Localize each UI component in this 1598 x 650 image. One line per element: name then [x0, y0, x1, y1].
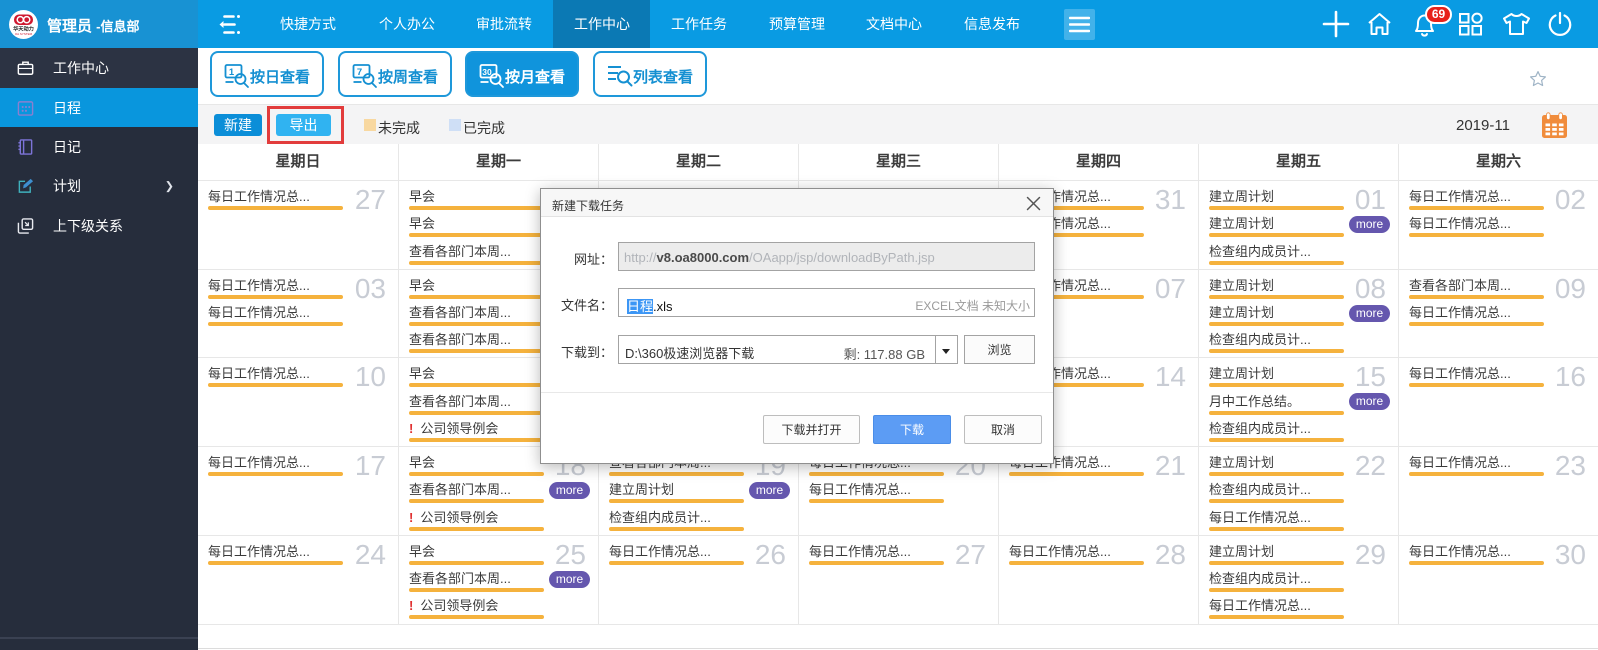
svg-text:7: 7	[357, 67, 362, 78]
svg-text:OA SYSTEM: OA SYSTEM	[15, 32, 33, 36]
svg-text:30: 30	[482, 67, 492, 77]
svg-text:1: 1	[229, 67, 235, 78]
